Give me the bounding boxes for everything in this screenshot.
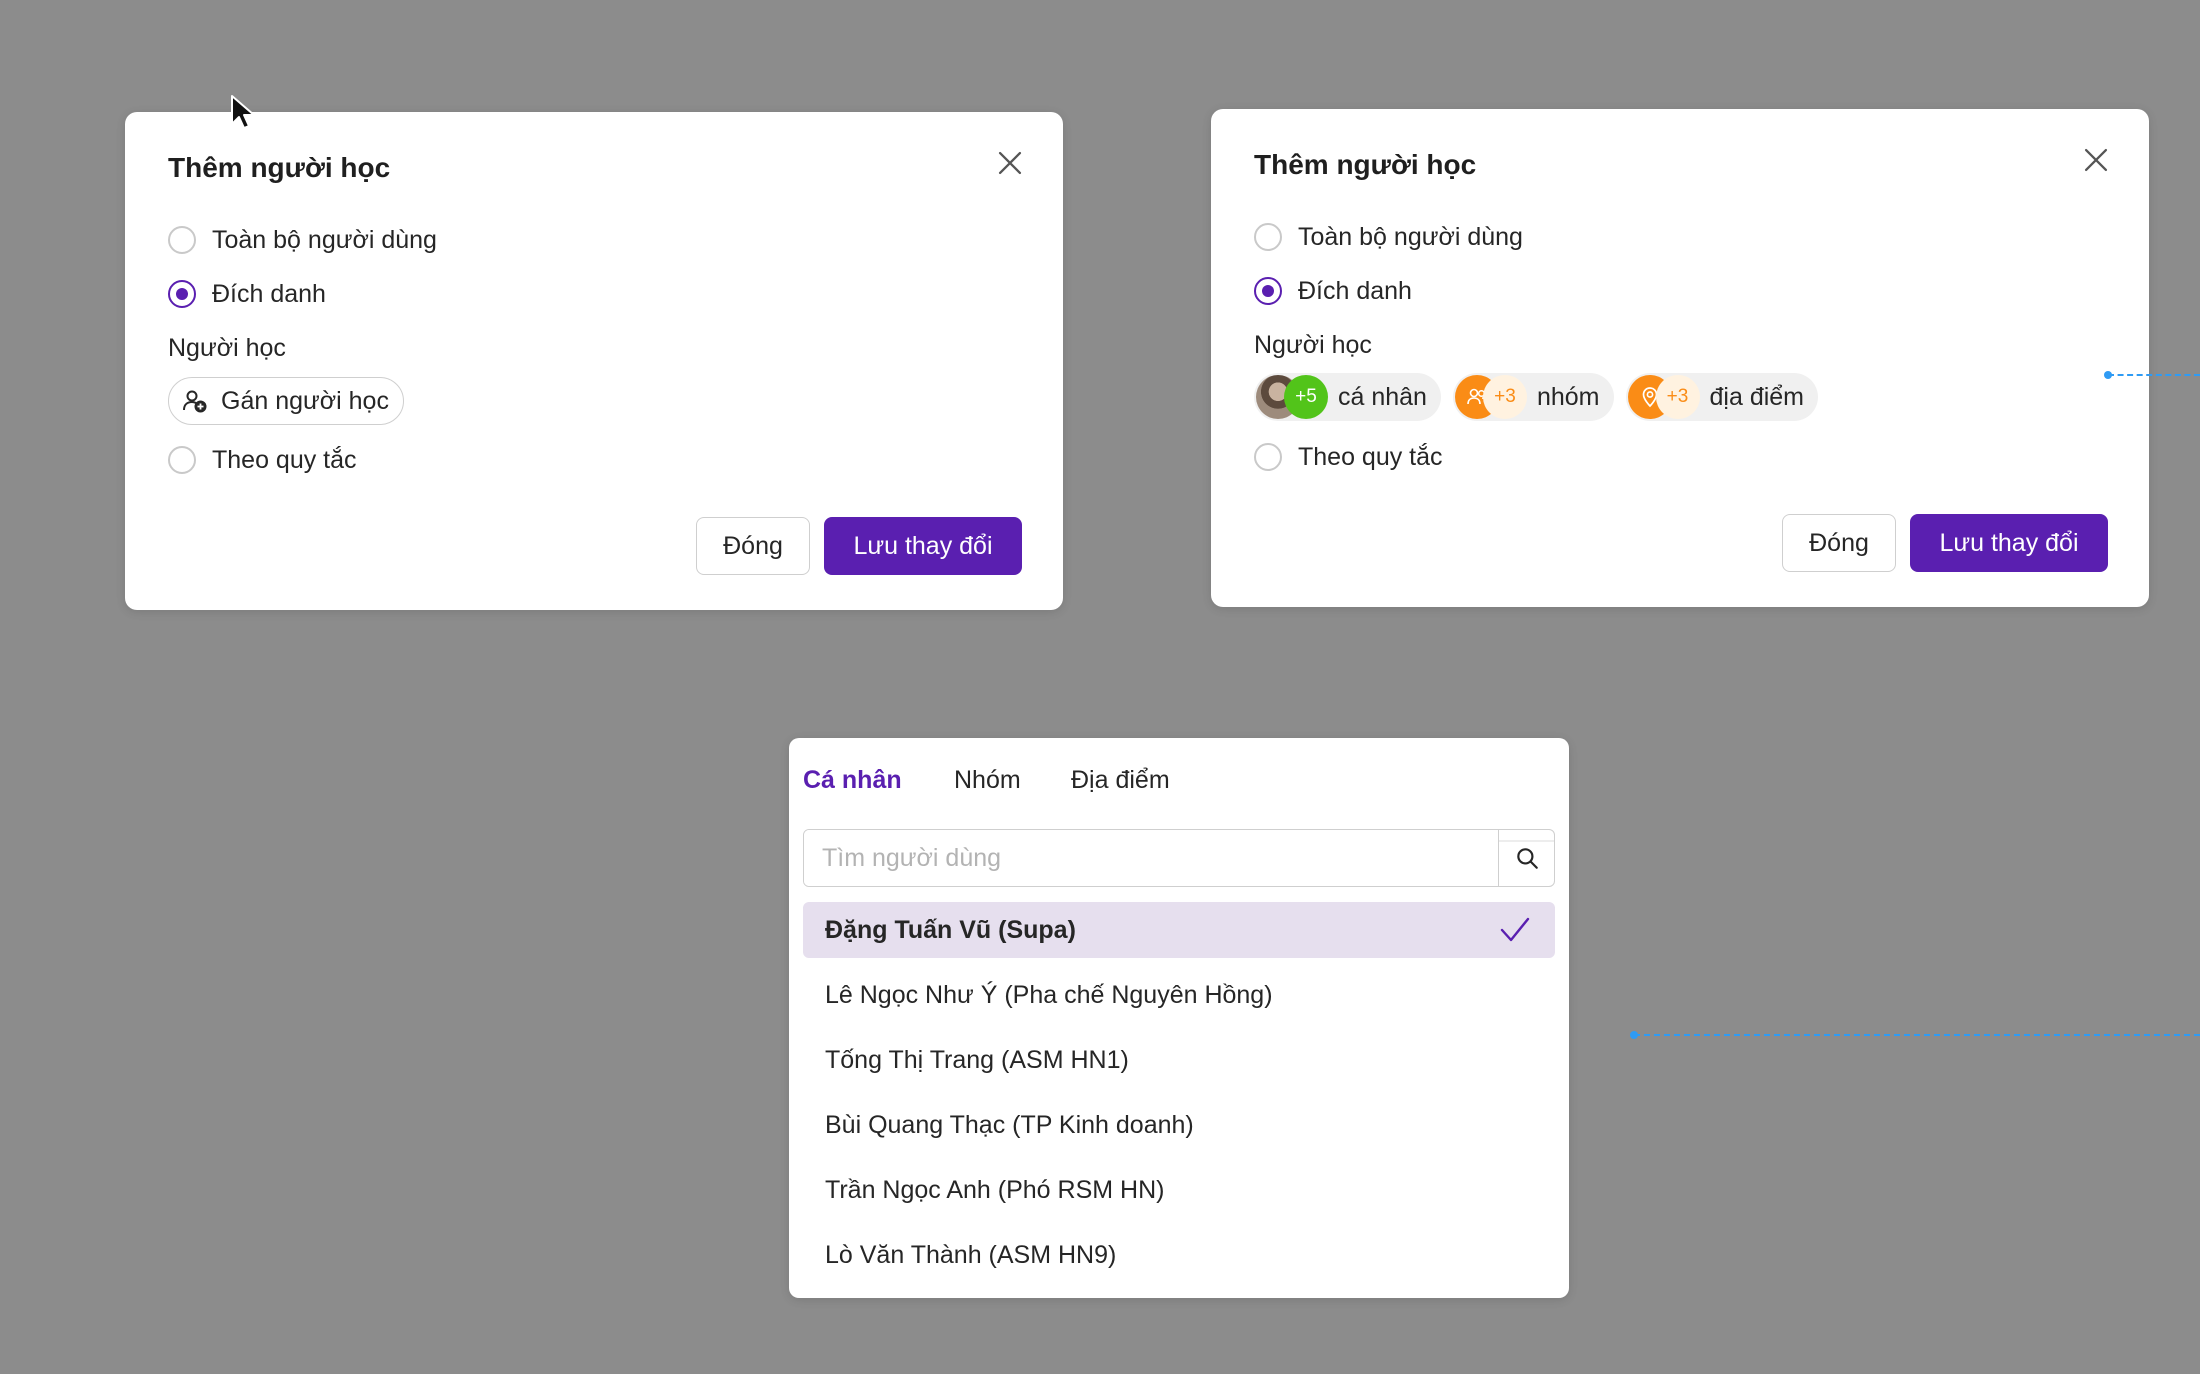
list-item[interactable]: Lò Văn Thành (ASM HN9) bbox=[803, 1227, 1555, 1283]
save-changes-button[interactable]: Lưu thay đổi bbox=[824, 517, 1022, 575]
user-name: Trần Ngọc Anh (Phó RSM HN) bbox=[825, 1175, 1165, 1204]
assign-learner-button[interactable]: Gán người học bbox=[168, 377, 404, 425]
mouse-cursor-icon bbox=[229, 94, 261, 130]
list-item[interactable]: Đặng Tuấn Vũ (Supa) bbox=[803, 902, 1555, 958]
chip-label: cá nhân bbox=[1338, 382, 1427, 411]
radio-by-rule[interactable]: Theo quy tắc bbox=[168, 442, 357, 478]
learner-label: Người học bbox=[1254, 331, 1372, 359]
radio-label: Đích danh bbox=[212, 279, 326, 308]
close-button[interactable]: Đóng bbox=[1782, 514, 1896, 572]
chip-locations[interactable]: +3 địa điểm bbox=[1625, 373, 1819, 421]
user-name: Lê Ngọc Như Ý (Pha chế Nguyên Hồng) bbox=[825, 980, 1273, 1009]
modal-title: Thêm người học bbox=[168, 152, 391, 183]
chip-groups[interactable]: +3 nhóm bbox=[1452, 373, 1614, 421]
radio-all-users[interactable]: Toàn bộ người dùng bbox=[168, 222, 437, 258]
close-icon[interactable] bbox=[993, 146, 1027, 180]
radio-button[interactable] bbox=[168, 446, 196, 474]
radio-specific[interactable]: Đích danh bbox=[168, 276, 326, 312]
chip-individuals[interactable]: +5 cá nhân bbox=[1254, 373, 1441, 421]
user-name: Bùi Quang Thạc (TP Kinh doanh) bbox=[825, 1110, 1194, 1139]
list-item[interactable]: Tống Thị Trang (ASM HN1) bbox=[803, 1032, 1555, 1088]
user-name: Lò Văn Thành (ASM HN9) bbox=[825, 1240, 1117, 1269]
learner-picker-dropdown: Cá nhân Nhóm Địa điểm Đặng Tuấn Vũ (Supa… bbox=[789, 738, 1569, 1298]
search-box bbox=[803, 829, 1555, 887]
user-list: Đặng Tuấn Vũ (Supa) Lê Ngọc Như Ý (Pha c… bbox=[803, 902, 1555, 1292]
add-learner-modal-empty: Thêm người học Toàn bộ người dùng Đích d… bbox=[125, 112, 1063, 610]
list-item[interactable]: Lê Ngọc Như Ý (Pha chế Nguyên Hồng) bbox=[803, 967, 1555, 1023]
add-user-icon bbox=[181, 387, 209, 415]
radio-button[interactable] bbox=[1254, 223, 1282, 251]
chip-label: nhóm bbox=[1536, 382, 1600, 411]
add-learner-modal-filled: Thêm người học Toàn bộ người dùng Đích d… bbox=[1211, 109, 2149, 607]
chip-count: +3 bbox=[1482, 375, 1527, 419]
modal-title: Thêm người học bbox=[1254, 149, 1477, 180]
list-item[interactable]: Bùi Quang Thạc (TP Kinh doanh) bbox=[803, 1097, 1555, 1153]
user-name: Tống Thị Trang (ASM HN1) bbox=[825, 1045, 1129, 1074]
user-name: Đặng Tuấn Vũ (Supa) bbox=[825, 915, 1076, 944]
check-icon bbox=[1499, 915, 1531, 945]
radio-label: Theo quy tắc bbox=[1298, 442, 1443, 471]
search-icon[interactable] bbox=[1498, 830, 1554, 886]
assigned-learner-chips: +5 cá nhân +3 nhóm +3 địa điểm bbox=[1254, 373, 1819, 421]
radio-label: Toàn bộ người dùng bbox=[212, 225, 437, 254]
learner-label: Người học bbox=[168, 334, 286, 362]
chip-label: địa điểm bbox=[1709, 382, 1805, 411]
radio-button[interactable] bbox=[168, 226, 196, 254]
radio-label: Đích danh bbox=[1298, 276, 1412, 305]
save-changes-button[interactable]: Lưu thay đổi bbox=[1910, 514, 2108, 572]
assign-learner-label: Gán người học bbox=[221, 386, 389, 415]
radio-all-users[interactable]: Toàn bộ người dùng bbox=[1254, 219, 1523, 255]
chip-count: +3 bbox=[1655, 375, 1700, 419]
radio-button-checked[interactable] bbox=[1254, 277, 1282, 305]
list-item[interactable]: Trần Ngọc Anh (Phó RSM HN) bbox=[803, 1162, 1555, 1218]
search-input[interactable] bbox=[804, 830, 1498, 886]
radio-label: Toàn bộ người dùng bbox=[1298, 222, 1523, 251]
close-icon[interactable] bbox=[2079, 143, 2113, 177]
radio-specific[interactable]: Đích danh bbox=[1254, 273, 1412, 309]
chip-count: +5 bbox=[1284, 375, 1328, 419]
annotation-connector bbox=[1630, 1031, 2200, 1039]
radio-by-rule[interactable]: Theo quy tắc bbox=[1254, 439, 1443, 475]
radio-label: Theo quy tắc bbox=[212, 445, 357, 474]
radio-button-checked[interactable] bbox=[168, 280, 196, 308]
close-button[interactable]: Đóng bbox=[696, 517, 810, 575]
annotation-connector bbox=[2104, 371, 2200, 379]
radio-button[interactable] bbox=[1254, 443, 1282, 471]
